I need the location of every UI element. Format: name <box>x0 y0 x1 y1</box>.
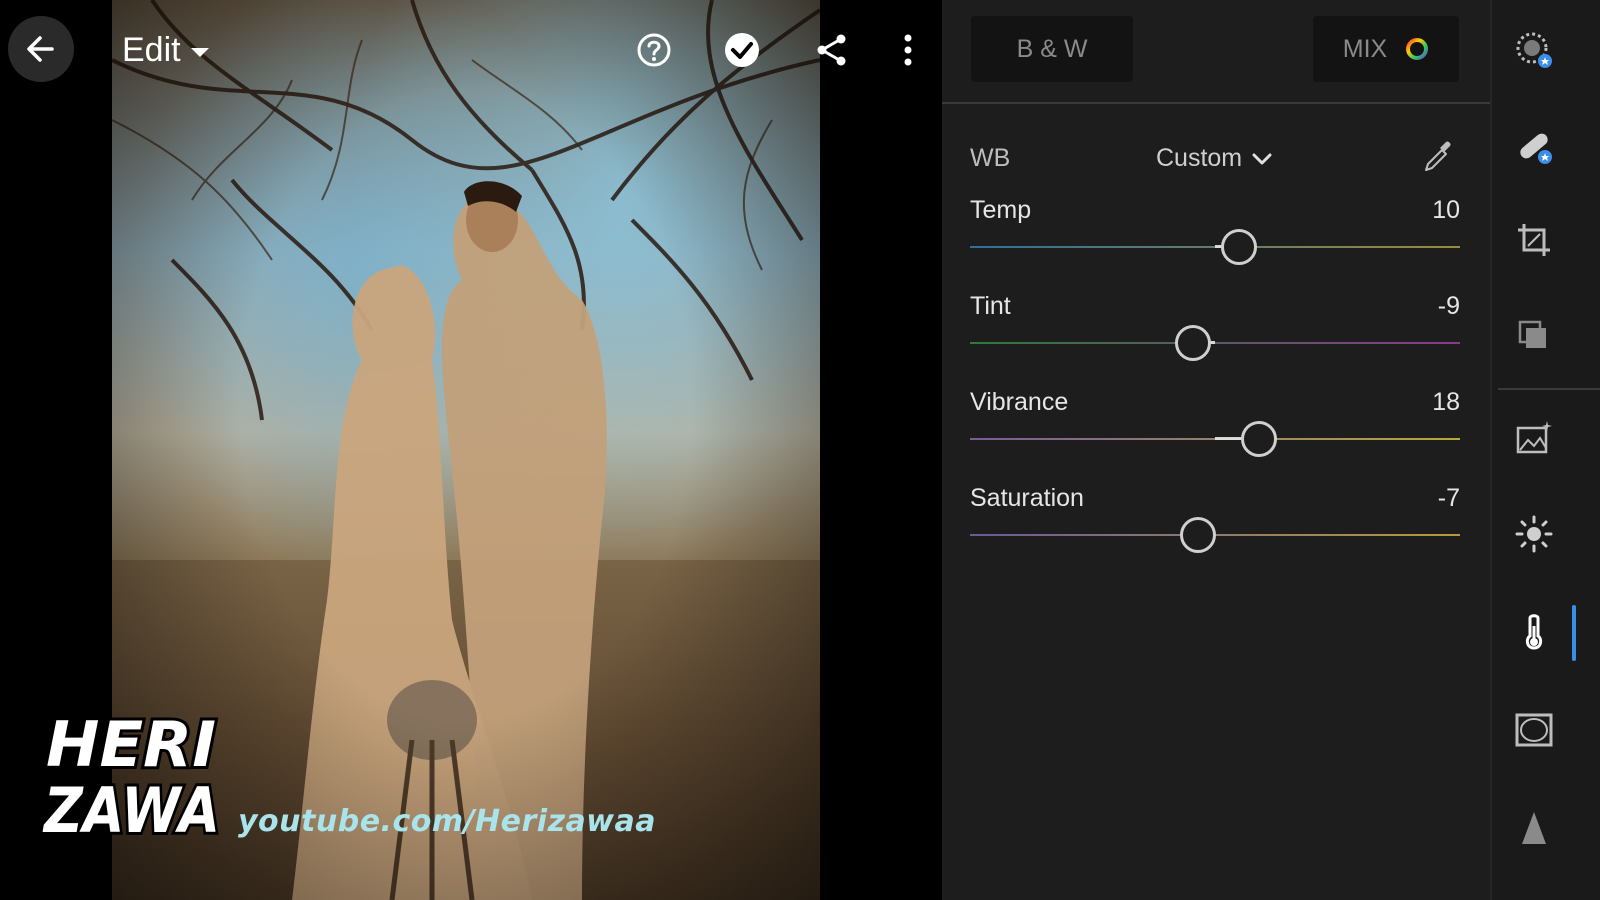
slider-saturation[interactable]: Saturation -7 <box>970 484 1460 564</box>
help-button[interactable] <box>634 30 674 70</box>
rail-item-healing[interactable] <box>1512 124 1556 168</box>
slider-label: Saturation <box>970 484 1084 512</box>
slider-value[interactable]: -7 <box>1438 484 1460 513</box>
slider-value[interactable]: 10 <box>1432 196 1460 225</box>
white-balance-row: WB Custom <box>970 136 1462 180</box>
mix-label: MIX <box>1342 34 1388 63</box>
chevron-down-icon <box>1252 153 1272 164</box>
wb-eyedropper-button[interactable] <box>1420 138 1460 178</box>
edit-mode-dropdown[interactable]: Edit <box>122 28 209 72</box>
slider-thumb[interactable] <box>1221 229 1257 265</box>
back-button[interactable] <box>8 16 74 82</box>
eyedropper-icon <box>1425 141 1451 171</box>
caret-down-icon <box>190 47 209 57</box>
slider-track[interactable] <box>970 342 1460 344</box>
rail-item-auto[interactable] <box>1512 416 1556 460</box>
slider-label: Tint <box>970 292 1011 320</box>
slider-tint[interactable]: Tint -9 <box>970 292 1460 372</box>
wb-label: WB <box>970 144 1011 172</box>
rail-item-detail[interactable] <box>1512 806 1556 850</box>
svg-text:HERI: HERI <box>46 708 216 781</box>
selective-mask-icon <box>1516 32 1552 68</box>
vignette-effects-icon <box>1515 713 1553 747</box>
rail-item-masking[interactable] <box>1512 28 1556 72</box>
herizawa-logo: HERI ZAWA <box>42 708 223 840</box>
slider-label: Temp <box>970 196 1032 224</box>
slider-thumb[interactable] <box>1180 517 1216 553</box>
rail-item-crop[interactable] <box>1512 218 1556 262</box>
svg-text:ZAWA: ZAWA <box>42 774 220 840</box>
color-thermometer-icon <box>1525 614 1543 650</box>
watermark-url: youtube.com/Herizawaa <box>238 804 656 839</box>
presets-icon <box>1518 320 1546 348</box>
auto-enhance-icon <box>1516 421 1552 454</box>
more-options-button[interactable] <box>888 30 928 70</box>
rail-divider <box>1498 388 1600 390</box>
rail-item-presets[interactable] <box>1512 314 1556 358</box>
color-wheel-icon <box>1406 38 1429 60</box>
bw-label: B & W <box>1016 34 1088 63</box>
mix-button[interactable]: MIX <box>1313 16 1459 82</box>
slider-value[interactable]: 18 <box>1432 388 1460 417</box>
help-circle-icon <box>637 33 671 67</box>
wb-preset-value: Custom <box>1156 144 1243 172</box>
healing-bandage-icon <box>1520 133 1552 164</box>
active-tool-indicator <box>1572 605 1576 661</box>
done-button[interactable] <box>722 30 762 70</box>
slider-temp[interactable]: Temp 10 <box>970 196 1460 276</box>
photo-canvas: Edit HERI ZAWA youtube.com/Herizawaa <box>0 0 942 900</box>
more-vertical-icon <box>904 34 912 66</box>
crop-icon <box>1518 224 1550 256</box>
slider-vibrance[interactable]: Vibrance 18 <box>970 388 1460 468</box>
wb-preset-dropdown[interactable]: Custom <box>1156 144 1272 173</box>
detail-triangle-icon <box>1522 812 1546 844</box>
arrow-left-icon <box>27 36 54 62</box>
slider-thumb[interactable] <box>1175 325 1211 361</box>
slider-label: Vibrance <box>970 388 1069 416</box>
share-button[interactable] <box>812 30 852 70</box>
check-circle-icon <box>725 33 759 67</box>
slider-value[interactable]: -9 <box>1438 292 1460 321</box>
edit-mode-label: Edit <box>122 30 181 69</box>
tool-rail <box>1490 0 1600 900</box>
panel-header: B & W MIX <box>942 0 1490 104</box>
rail-item-light[interactable] <box>1512 512 1556 556</box>
bw-button[interactable]: B & W <box>971 16 1133 82</box>
rail-item-color[interactable] <box>1512 610 1556 654</box>
color-edit-panel: B & W MIX WB Custom Temp 10 Tint -9 Vibr… <box>942 0 1490 900</box>
slider-thumb[interactable] <box>1241 421 1277 457</box>
share-icon <box>817 34 846 66</box>
light-sun-icon <box>1515 515 1553 553</box>
rail-item-effects[interactable] <box>1512 708 1556 752</box>
